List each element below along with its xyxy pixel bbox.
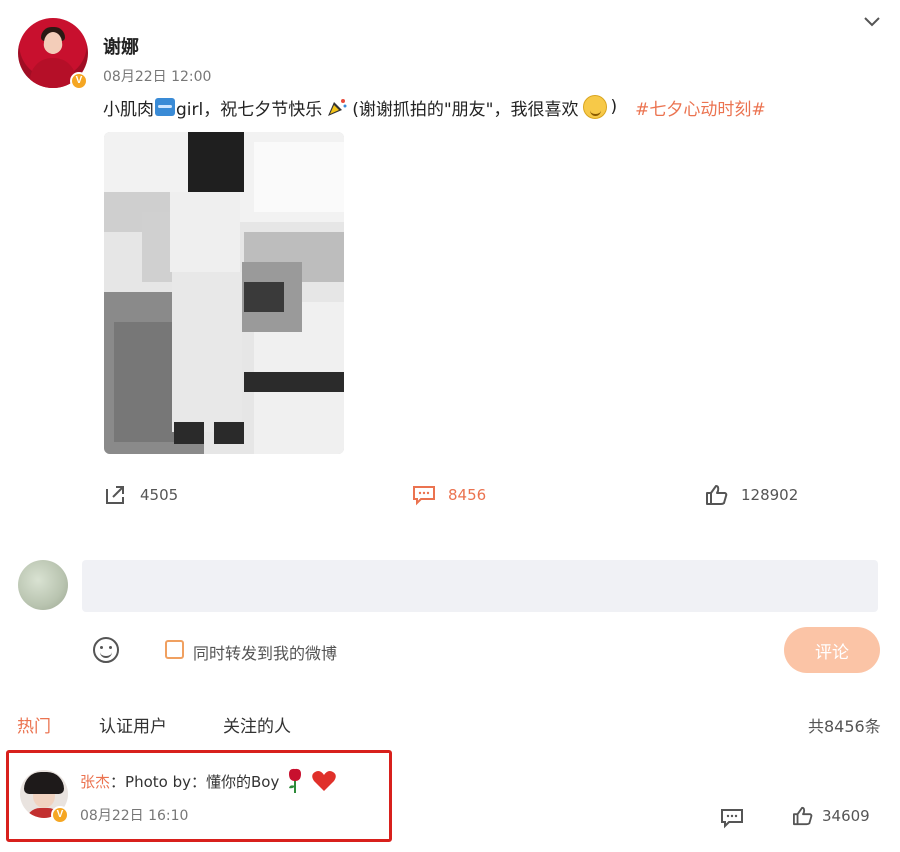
- share-icon: [106, 486, 124, 504]
- tab-verified-users[interactable]: 认证用户: [99, 712, 167, 737]
- muscle-emoji-icon: [155, 98, 175, 116]
- current-user-avatar: [18, 560, 68, 610]
- chevron-down-icon[interactable]: [858, 10, 886, 34]
- post-text-part4: ): [610, 97, 618, 117]
- verified-badge-icon: V: [51, 806, 69, 824]
- comment-separator: ：: [110, 772, 126, 791]
- heart-emoji-icon: [312, 771, 337, 791]
- post-text-part3: (谢谢抓拍的"朋友"，我很喜欢: [352, 99, 579, 120]
- smile-emoji-icon: [582, 95, 607, 119]
- comment-like-action[interactable]: 34609: [792, 806, 870, 826]
- post-hashtag[interactable]: #七夕心动时刻#: [635, 95, 766, 120]
- post-timestamp[interactable]: 08月22日 12:00: [103, 66, 211, 86]
- repost-action[interactable]: 4505: [104, 484, 178, 506]
- post-text-part1: 小肌肉: [103, 99, 154, 120]
- repost-checkbox[interactable]: [165, 640, 184, 659]
- like-count: 128902: [741, 486, 799, 504]
- thumbs-up-icon: [706, 485, 728, 505]
- post-text-part2: girl，祝七夕节快乐: [176, 99, 323, 120]
- comment-content: 张杰 ： Photo by：懂你的Boy: [80, 768, 337, 794]
- comment-count: 8456: [448, 486, 487, 504]
- like-action[interactable]: 128902: [705, 484, 798, 506]
- post-photo[interactable]: [104, 132, 344, 454]
- comment-action[interactable]: 8456: [412, 484, 486, 506]
- rose-emoji-icon: [289, 768, 302, 793]
- total-comments-count: 共8456条: [808, 717, 881, 736]
- party-popper-emoji-icon: [328, 99, 347, 116]
- submit-comment-button[interactable]: 评论: [784, 627, 880, 673]
- verified-badge-icon: V: [70, 72, 88, 90]
- post-text: 小肌肉 girl，祝七夕节快乐 (谢谢抓拍的"朋友"，我很喜欢 ) #七夕心动时…: [103, 94, 766, 120]
- comment-author-name[interactable]: 张杰: [80, 771, 110, 792]
- emoji-picker-icon[interactable]: [93, 637, 119, 663]
- thumbs-up-icon: [793, 806, 813, 826]
- comment-input[interactable]: [82, 560, 878, 612]
- repost-checkbox-label[interactable]: 同时转发到我的微博: [193, 640, 337, 664]
- post-author-name[interactable]: 谢娜: [103, 33, 139, 59]
- comment-text: Photo by：懂你的Boy: [125, 772, 280, 791]
- tab-hot[interactable]: 热门: [17, 712, 51, 737]
- tab-following[interactable]: 关注的人: [223, 712, 291, 737]
- comment-icon: [413, 486, 435, 506]
- reply-icon[interactable]: [720, 807, 744, 829]
- comment-timestamp: 08月22日 16:10: [80, 808, 189, 824]
- repost-count: 4505: [140, 486, 179, 504]
- comment-like-count: 34609: [822, 807, 870, 825]
